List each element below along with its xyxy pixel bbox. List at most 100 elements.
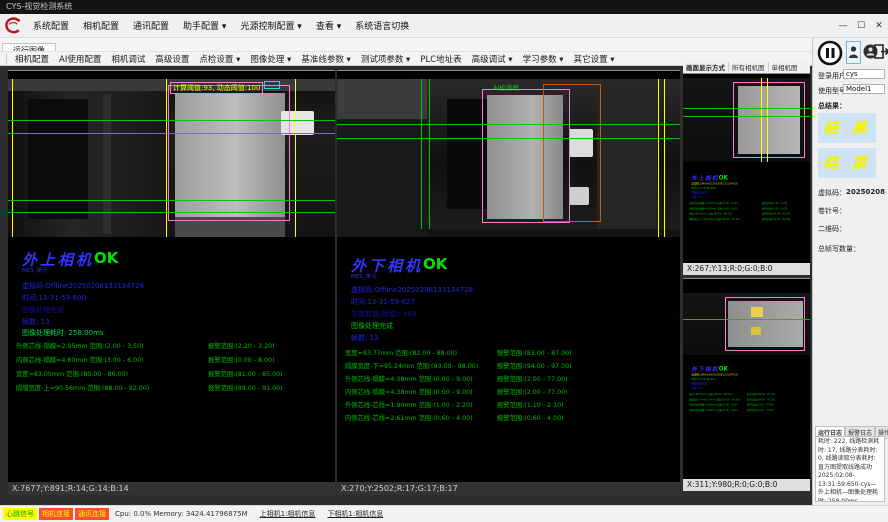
virtual-code-value: 20250208 xyxy=(846,188,885,196)
tool-ai-usage-config[interactable]: AI使用配置 xyxy=(54,52,106,66)
tool-advanced-debug[interactable]: 高级调试 ▾ xyxy=(467,52,518,66)
upper-camera-info-link[interactable]: 上相机1:相机信息 xyxy=(260,509,316,519)
lower-camera-info-link[interactable]: 下相机1:相机信息 xyxy=(327,509,383,519)
measure-line-green xyxy=(429,79,430,229)
heartbeat-status-badge: 心跳信号 xyxy=(3,508,37,520)
menu-system-config[interactable]: 系统配置 xyxy=(26,15,76,36)
camera-left-panel: 计算阈值:93, 动态阈值:100 外上相机 OK MES_单元 虚拟码:Off… xyxy=(8,70,335,482)
alarm-range: 报警范围:(0.00 - 8.00) xyxy=(762,207,787,210)
comm-connection-badge: 通讯连接 xyxy=(75,508,109,520)
maximize-icon[interactable]: ☐ xyxy=(852,18,870,34)
alarm-range: 报警范围:(81.00 - 85.00) xyxy=(208,369,283,378)
measurement-value: 内侧芯线-隔膜=4.38mm 范围:(0.00 - 9.00) xyxy=(345,387,497,396)
camera-left-result-block: 外上相机 OK MES_单元 虚拟码:Offline20250208133134… xyxy=(8,249,335,399)
measure-line-green xyxy=(421,79,422,229)
display-mode-tab-all[interactable]: 所有相机图 xyxy=(728,62,768,72)
alarm-range: 报警范围:(94.00 - 97.00) xyxy=(747,398,775,401)
edge-line-yellow xyxy=(761,78,762,162)
user-button-active[interactable] xyxy=(846,41,861,64)
roi-box-orange xyxy=(543,84,601,222)
camera-mid-image[interactable]: AI检测框 xyxy=(337,79,680,237)
roi-box-pink xyxy=(725,297,805,351)
model-field[interactable]: Model1 xyxy=(843,84,885,94)
camera-left-image[interactable]: 计算阈值:93, 动态阈值:100 xyxy=(8,79,335,237)
camera-left-coords: X:7677;Y:891;R:14;G:14;B:14 xyxy=(8,482,335,495)
camera-mid-coords: X:270;Y:2502;R:17;G:17;B:17 xyxy=(337,482,680,495)
alarm-range: 报警范围:(2.00 - 77.00) xyxy=(497,387,568,396)
edge-line-yellow xyxy=(295,79,296,237)
alarm-range: 报警范围:(2.00 - 77.00) xyxy=(747,403,774,406)
virtual-code-line: 虚拟码:Offline20250208133134728 xyxy=(691,373,737,377)
tool-other-settings[interactable]: 其它设置 ▾ xyxy=(569,52,620,66)
pause-button[interactable] xyxy=(817,40,843,66)
measurement-row: 内侧芯线-隔膜=4.38mm 范围:(0.00 - 9.00) 报警范围:(2.… xyxy=(345,387,568,396)
minimize-icon[interactable]: — xyxy=(834,18,852,34)
tool-test-params[interactable]: 测试项参数 ▾ xyxy=(356,52,415,66)
alarm-range: 报警范围:(89.00 - 91.00) xyxy=(762,217,790,220)
tool-camera-debug[interactable]: 相机调试 xyxy=(106,52,150,66)
mini-camera-status: OK xyxy=(719,174,728,181)
logout-icon[interactable] xyxy=(873,43,888,60)
alarm-range: 报警范围:(2.20 - 3.20) xyxy=(762,201,787,204)
camera-connection-badge: 相机连接 xyxy=(39,508,73,520)
camera-mid-status: OK xyxy=(423,255,447,273)
measurement-row: 外侧芯线-隔膜=2.95mm 范围:(2.00 - 3.50) 报警范围:(2.… xyxy=(16,341,275,350)
frame-count-line: 帧数: 13 xyxy=(691,386,701,390)
window-controls: — ☐ ✕ xyxy=(834,18,888,34)
result-badge-upper: 结 果 xyxy=(818,113,876,143)
login-user-field[interactable]: cys xyxy=(843,69,885,79)
total-result-label: 总结果： xyxy=(818,101,846,111)
measurement-value: 隔膜宽度-下=95.24mm 范围:(93.00 - 98.00) xyxy=(345,361,497,370)
menu-comm-config[interactable]: 通讯配置 xyxy=(126,15,176,36)
measurement-row: 内侧芯线-芯线=2.61mm 范围:(0.60 - 4.00) 报警范围:(0.… xyxy=(345,413,564,422)
tool-camera-config[interactable]: 相机配置 xyxy=(10,52,54,66)
measure-line-green xyxy=(8,120,335,121)
roi-box-pink xyxy=(733,82,805,158)
measurement-value: 外侧芯线-隔膜=2.95mm 范围:(2.00 - 3.50) xyxy=(16,341,208,350)
log-textbox[interactable]: 耗时: 222, 线路检测耗时: 17, 线路分表耗时: 0, 线路读取分表耗时… xyxy=(815,436,885,502)
tool-plc-address[interactable]: PLC地址表 xyxy=(415,52,466,66)
elapsed-line: 图像处理耗时: 258.00ms xyxy=(22,328,104,338)
tool-advanced-settings[interactable]: 高级设置 xyxy=(150,52,194,66)
cpu-memory-readout: Cpu: 0.0% Memory: 3424.41796875M xyxy=(115,510,248,518)
threshold-overlay-label: 计算阈值:93, 动态阈值:100 xyxy=(170,82,263,94)
virtual-code-line: 虚拟码:Offline20250208133134728 xyxy=(691,182,737,186)
marker-cyan xyxy=(264,81,280,89)
camera-left-status: OK xyxy=(94,249,118,267)
frame-count-line: 帧数: 13 xyxy=(22,317,50,327)
menu-view[interactable]: 查看 ▾ xyxy=(309,15,348,36)
camera-left-subtitle: MES_单元 xyxy=(22,266,47,274)
mini-panel-lower[interactable]: 外下相机 OK 虚拟码:Offline20250208133134728 时间:… xyxy=(683,278,810,479)
mini-panel-upper[interactable]: 外上相机 OK 虚拟码:Offline20250208133134728 时间:… xyxy=(683,73,810,263)
menu-light-config[interactable]: 光源控制配置 ▾ xyxy=(233,15,308,36)
menu-assistant-config[interactable]: 助手配置 ▾ xyxy=(176,15,233,36)
edge-line-yellow xyxy=(767,78,768,162)
ai-detect-label: AI检测框 xyxy=(493,82,519,92)
menu-camera-config[interactable]: 相机配置 xyxy=(76,15,126,36)
menu-language-switch[interactable]: 系统语言切换 xyxy=(348,15,416,36)
measurement-value: 内侧芯线-芯线=2.61mm 范围:(0.60 - 4.00) xyxy=(345,413,497,422)
display-mode-header: 画面显示方式 所有相机图 单相机图 xyxy=(683,61,810,73)
virtual-code-label: 虚拟码： xyxy=(818,188,846,198)
frame-count-line: 帧数: 13 xyxy=(351,333,379,343)
camera-mid-panel: AI检测框 外下相机 OK MES_单元 虚拟码:Offline20250208… xyxy=(337,70,680,482)
display-mode-tab-single[interactable]: 单相机图 xyxy=(768,62,801,72)
measurement-value: 隔膜宽度-上=90.56mm 范围:(88.00 - 92.00) xyxy=(689,217,762,220)
measurement-row: 外侧芯线-隔膜=4.38mm 范围:(0.00 - 9.00) 报警范围:(2.… xyxy=(345,374,568,383)
menu-bar: 系统配置 相机配置 通讯配置 助手配置 ▾ 光源控制配置 ▾ 查看 ▾ 系统语言… xyxy=(0,14,888,38)
frame-count-line: 帧数: 13 xyxy=(691,195,701,199)
tool-image-processing[interactable]: 图像处理 ▾ xyxy=(245,52,296,66)
process-done-line: 图像处理完成 xyxy=(22,305,64,315)
qr-code-label: 二维码： xyxy=(818,224,846,234)
tool-learning-params[interactable]: 学习参数 ▾ xyxy=(518,52,569,66)
time-line: 时间:13-31-59-600 xyxy=(691,186,715,190)
mini-upper-coords: X:267;Y:13;R:0;G:0;B:0 xyxy=(683,263,810,275)
measurement-value: 外侧芯线-芯线=1.90mm 范围:(1.00 - 2.20) xyxy=(345,400,497,409)
measure-line-green xyxy=(337,124,680,125)
edge-line-yellow xyxy=(166,79,167,237)
alarm-range: 报警范围:(83.00 - 87.00) xyxy=(497,348,572,357)
measure-line-green xyxy=(683,108,810,109)
close-icon[interactable]: ✕ xyxy=(870,18,888,34)
tool-spot-check[interactable]: 点检设置 ▾ xyxy=(194,52,245,66)
tool-baseline-params[interactable]: 基准线参数 ▾ xyxy=(296,52,355,66)
